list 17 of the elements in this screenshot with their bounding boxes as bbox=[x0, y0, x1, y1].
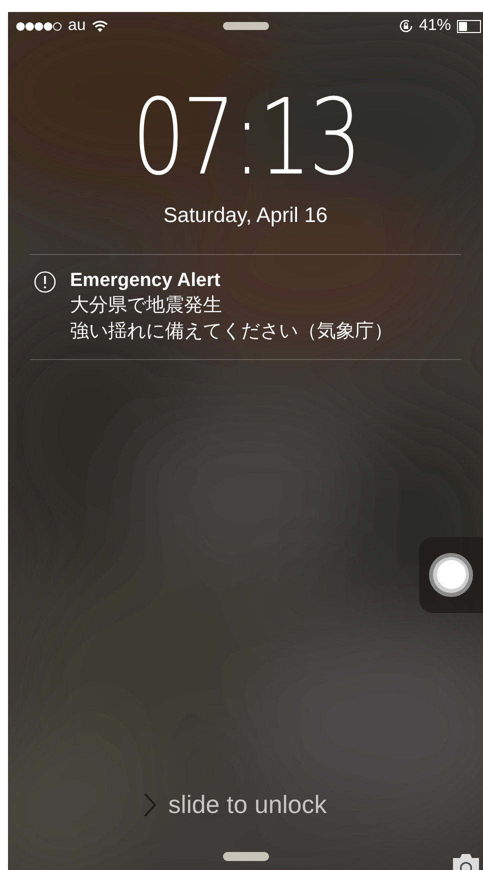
grabber-handle[interactable] bbox=[222, 22, 268, 30]
battery-icon bbox=[457, 20, 481, 32]
rotation-lock-icon bbox=[398, 19, 413, 33]
alert-icon bbox=[34, 270, 56, 292]
notification-title: Emergency Alert bbox=[70, 268, 222, 292]
notification-text: 強い揺れに備えてください（気象庁） bbox=[70, 320, 393, 344]
signal-icon bbox=[16, 22, 62, 30]
chevron-right-icon bbox=[144, 793, 156, 818]
grabber-handle[interactable] bbox=[222, 852, 268, 861]
battery-percent: 41% bbox=[418, 16, 451, 36]
carrier-name: au bbox=[68, 16, 86, 36]
lock-time: 07:13 bbox=[132, 74, 360, 200]
slide-to-unlock-text[interactable]: slide to unlock bbox=[168, 786, 327, 824]
notification-text: 大分県で地震発生 bbox=[70, 294, 223, 318]
lock-date: Saturday, April 16 bbox=[163, 203, 328, 229]
assistive-touch-button[interactable] bbox=[419, 536, 483, 612]
wifi-icon bbox=[92, 20, 108, 32]
